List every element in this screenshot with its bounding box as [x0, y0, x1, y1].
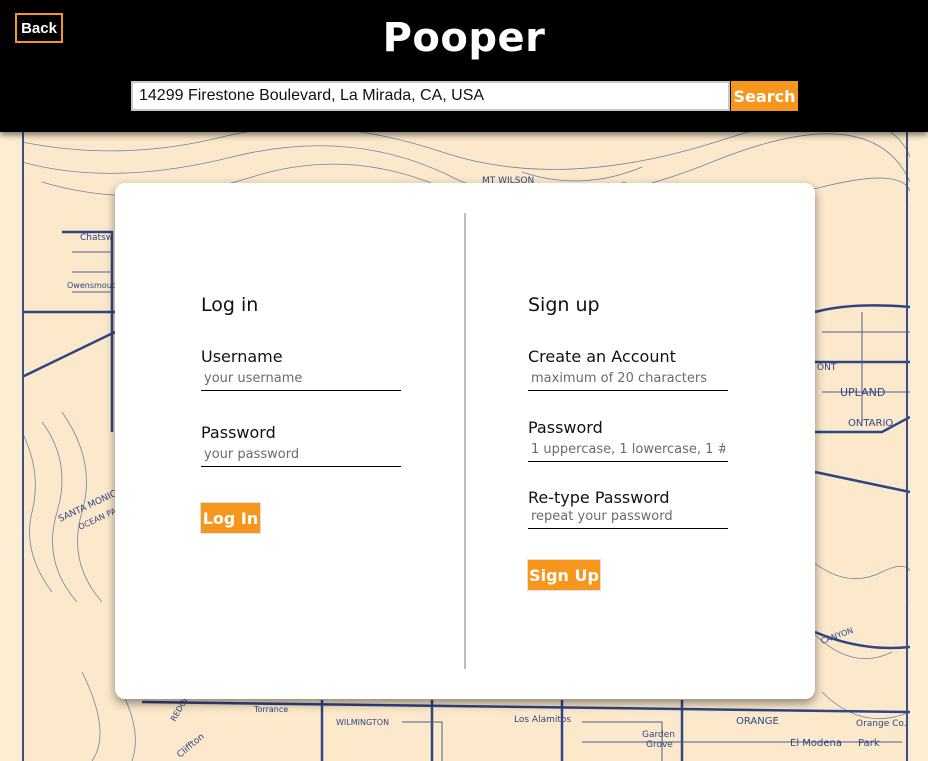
signup-button[interactable]: Sign Up	[528, 560, 600, 590]
create-account-input[interactable]	[528, 367, 728, 391]
map-label: ONT	[817, 363, 837, 373]
app-header: Back Pooper Search	[0, 0, 928, 132]
retype-password-input[interactable]	[528, 505, 728, 529]
auth-card: Log in Username Password Log In Sign up …	[115, 183, 815, 699]
map-label: WILMINGTON	[336, 718, 389, 727]
map-label: Garden	[642, 730, 675, 740]
app-title: Pooper	[382, 15, 546, 61]
address-search-input[interactable]	[131, 81, 730, 111]
login-title: Log in	[201, 294, 259, 316]
username-input[interactable]	[201, 367, 401, 391]
map-label: Cliffton	[176, 732, 207, 760]
search-button[interactable]: Search	[731, 81, 798, 111]
signup-password-input[interactable]	[528, 438, 728, 462]
map-label: Grove	[646, 740, 673, 750]
login-button[interactable]: Log In	[201, 503, 260, 533]
map-label: Los Alamitos	[514, 715, 571, 725]
signup-title: Sign up	[528, 294, 600, 316]
username-label: Username	[201, 347, 283, 366]
create-account-label: Create an Account	[528, 347, 676, 366]
map-label: El Modena	[790, 738, 842, 749]
map-label: Orange Co.	[856, 719, 907, 729]
map-label: ORANGE	[736, 716, 779, 727]
map-border-left	[22, 132, 24, 761]
login-password-label: Password	[201, 423, 276, 442]
map-label: ONTARIO	[848, 418, 893, 429]
card-divider	[464, 213, 466, 669]
map-label: Torrance	[253, 705, 288, 714]
map-label: Owensmouth	[67, 281, 120, 290]
map-label: Chatsw	[80, 233, 113, 243]
map-border-right	[906, 132, 908, 761]
login-password-input[interactable]	[201, 443, 401, 467]
map-label: UPLAND	[840, 386, 885, 399]
map-label: Park	[858, 738, 880, 749]
signup-password-label: Password	[528, 418, 603, 437]
